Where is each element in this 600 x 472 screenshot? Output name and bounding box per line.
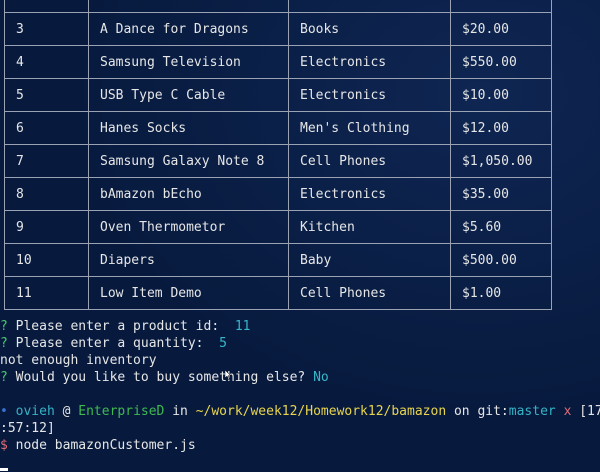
table-row: 5 USB Type C Cable Electronics $10.00 bbox=[4, 78, 552, 112]
table-row: 3A Dance for Dragons Books $20.00 bbox=[4, 12, 552, 46]
table-row: 8 bAmazon bEcho Electronics $35.00 bbox=[4, 177, 552, 211]
terminal-window[interactable]: 3A Dance for Dragons Books $20.00 4 Samsung … bbox=[0, 0, 600, 472]
price-cell: $1.00 bbox=[450, 276, 552, 310]
table-row: 7 Samsung Galaxy Note 8 Cell Phones $1,050.… bbox=[4, 144, 552, 178]
question-mark: ? bbox=[0, 319, 8, 334]
table-row: 6 Hanes Socks Men's Clothing $12.00 bbox=[4, 111, 552, 145]
department-cell: Electronics bbox=[288, 45, 451, 79]
prompt-path: ~/work/week12/Homework12/bamazon bbox=[195, 404, 447, 419]
prompt-user: ovieh bbox=[15, 404, 55, 419]
terminal-output: ? Please enter a product id: 11 ? Please… bbox=[0, 318, 600, 471]
command-text: node bamazonCustomer.js bbox=[15, 438, 196, 453]
department-cell: Electronics bbox=[288, 177, 451, 211]
prompt-indicator-icon: • bbox=[0, 404, 8, 419]
quantity-answer: 5 bbox=[219, 336, 227, 351]
product-name-cell: Hanes Socks bbox=[88, 111, 289, 145]
product-id-cell: 6 bbox=[4, 111, 89, 145]
price-cell: $500.00 bbox=[450, 243, 552, 277]
price-cell: $5.60 bbox=[450, 210, 552, 244]
quantity-label: Please enter a quantity: bbox=[15, 336, 204, 351]
department-cell: Cell Phones bbox=[288, 276, 451, 310]
product-id-cell bbox=[4, 0, 89, 13]
prompt-branch: master bbox=[508, 404, 556, 419]
price-cell bbox=[450, 0, 552, 13]
department-cell bbox=[288, 0, 451, 13]
product-id-cell: 10 bbox=[4, 243, 89, 277]
prompt-host: EnterpriseD bbox=[78, 404, 165, 419]
product-table: 3A Dance for Dragons Books $20.00 4 Samsung … bbox=[4, 0, 552, 310]
prompt-in: in bbox=[172, 404, 188, 419]
department-cell: Electronics bbox=[288, 78, 451, 112]
quantity-prompt-line: ? Please enter a quantity: 5 bbox=[0, 335, 600, 352]
prompt-time-start: [17 bbox=[579, 404, 600, 419]
text-cursor bbox=[0, 468, 8, 471]
product-name-cell: Diapers bbox=[88, 243, 289, 277]
department-cell: Books bbox=[288, 12, 451, 46]
product-name-cell: A Dance for Dragons bbox=[88, 12, 289, 46]
product-name-cell: Samsung Television bbox=[88, 45, 289, 79]
product-name-cell bbox=[88, 0, 289, 13]
product-name-cell: Oven Thermometor bbox=[88, 210, 289, 244]
product-id-cell: 7 bbox=[4, 144, 89, 178]
product-id-answer: 11 bbox=[234, 319, 251, 334]
mouse-pointer-icon bbox=[225, 370, 231, 380]
product-name-cell: USB Type C Cable bbox=[88, 78, 289, 112]
table-row bbox=[4, 0, 552, 13]
prompt-on: on bbox=[453, 404, 470, 419]
product-id-label: Please enter a product id: bbox=[15, 319, 220, 334]
product-name-cell: Samsung Galaxy Note 8 bbox=[88, 144, 289, 178]
prompt-git-label: git: bbox=[477, 404, 509, 419]
product-id-cell: 8 bbox=[4, 177, 89, 211]
table-row: 4 Samsung Television Electronics $550.00 bbox=[4, 45, 552, 79]
inventory-message: not enough inventory bbox=[0, 353, 157, 368]
department-cell: Men's Clothing bbox=[288, 111, 451, 145]
price-cell: $12.00 bbox=[450, 111, 552, 145]
product-table-body: 3A Dance for Dragons Books $20.00 4 Samsung … bbox=[4, 0, 552, 310]
product-id-cell: 3 bbox=[4, 12, 89, 46]
prompt-at: @ bbox=[62, 404, 71, 419]
department-cell: Baby bbox=[288, 243, 451, 277]
command-line[interactable]: $ node bamazonCustomer.js bbox=[0, 437, 600, 454]
prompt-dollar: $ bbox=[0, 438, 8, 453]
product-id-cell: 4 bbox=[4, 45, 89, 79]
table-row: 10 Diapers Baby $500.00 bbox=[4, 243, 552, 277]
buy-again-answer: No bbox=[313, 370, 329, 385]
price-cell: $10.00 bbox=[450, 78, 552, 112]
product-id-cell: 11 bbox=[4, 276, 89, 310]
product-name-cell: Low Item Demo bbox=[88, 276, 289, 310]
buy-again-label: Would you like to buy something else? bbox=[15, 370, 306, 385]
question-mark: ? bbox=[0, 336, 8, 351]
input-line[interactable] bbox=[0, 454, 600, 471]
price-cell: $550.00 bbox=[450, 45, 552, 79]
department-cell: Cell Phones bbox=[288, 144, 451, 178]
shell-time-line: :57:12] bbox=[0, 421, 55, 436]
price-cell: $35.00 bbox=[450, 177, 552, 211]
table-row: 9 Oven Thermometor Kitchen $5.60 bbox=[4, 210, 552, 244]
price-cell: $20.00 bbox=[450, 12, 552, 46]
product-id-prompt-line: ? Please enter a product id: 11 bbox=[0, 318, 600, 335]
product-id-cell: 5 bbox=[4, 78, 89, 112]
shell-prompt-line: • ovieh @ EnterpriseD in ~/work/week12/H… bbox=[0, 403, 600, 420]
question-mark: ? bbox=[0, 370, 8, 385]
product-id-cell: 9 bbox=[4, 210, 89, 244]
product-name-cell: bAmazon bEcho bbox=[88, 177, 289, 211]
department-cell: Kitchen bbox=[288, 210, 451, 244]
buy-again-prompt-line: ? Would you like to buy something else? … bbox=[0, 369, 600, 386]
table-row: 11 Low Item Demo Cell Phones $1.00 bbox=[4, 276, 552, 310]
price-cell: $1,050.00 bbox=[450, 144, 552, 178]
prompt-dirty-mark: x bbox=[563, 404, 572, 419]
